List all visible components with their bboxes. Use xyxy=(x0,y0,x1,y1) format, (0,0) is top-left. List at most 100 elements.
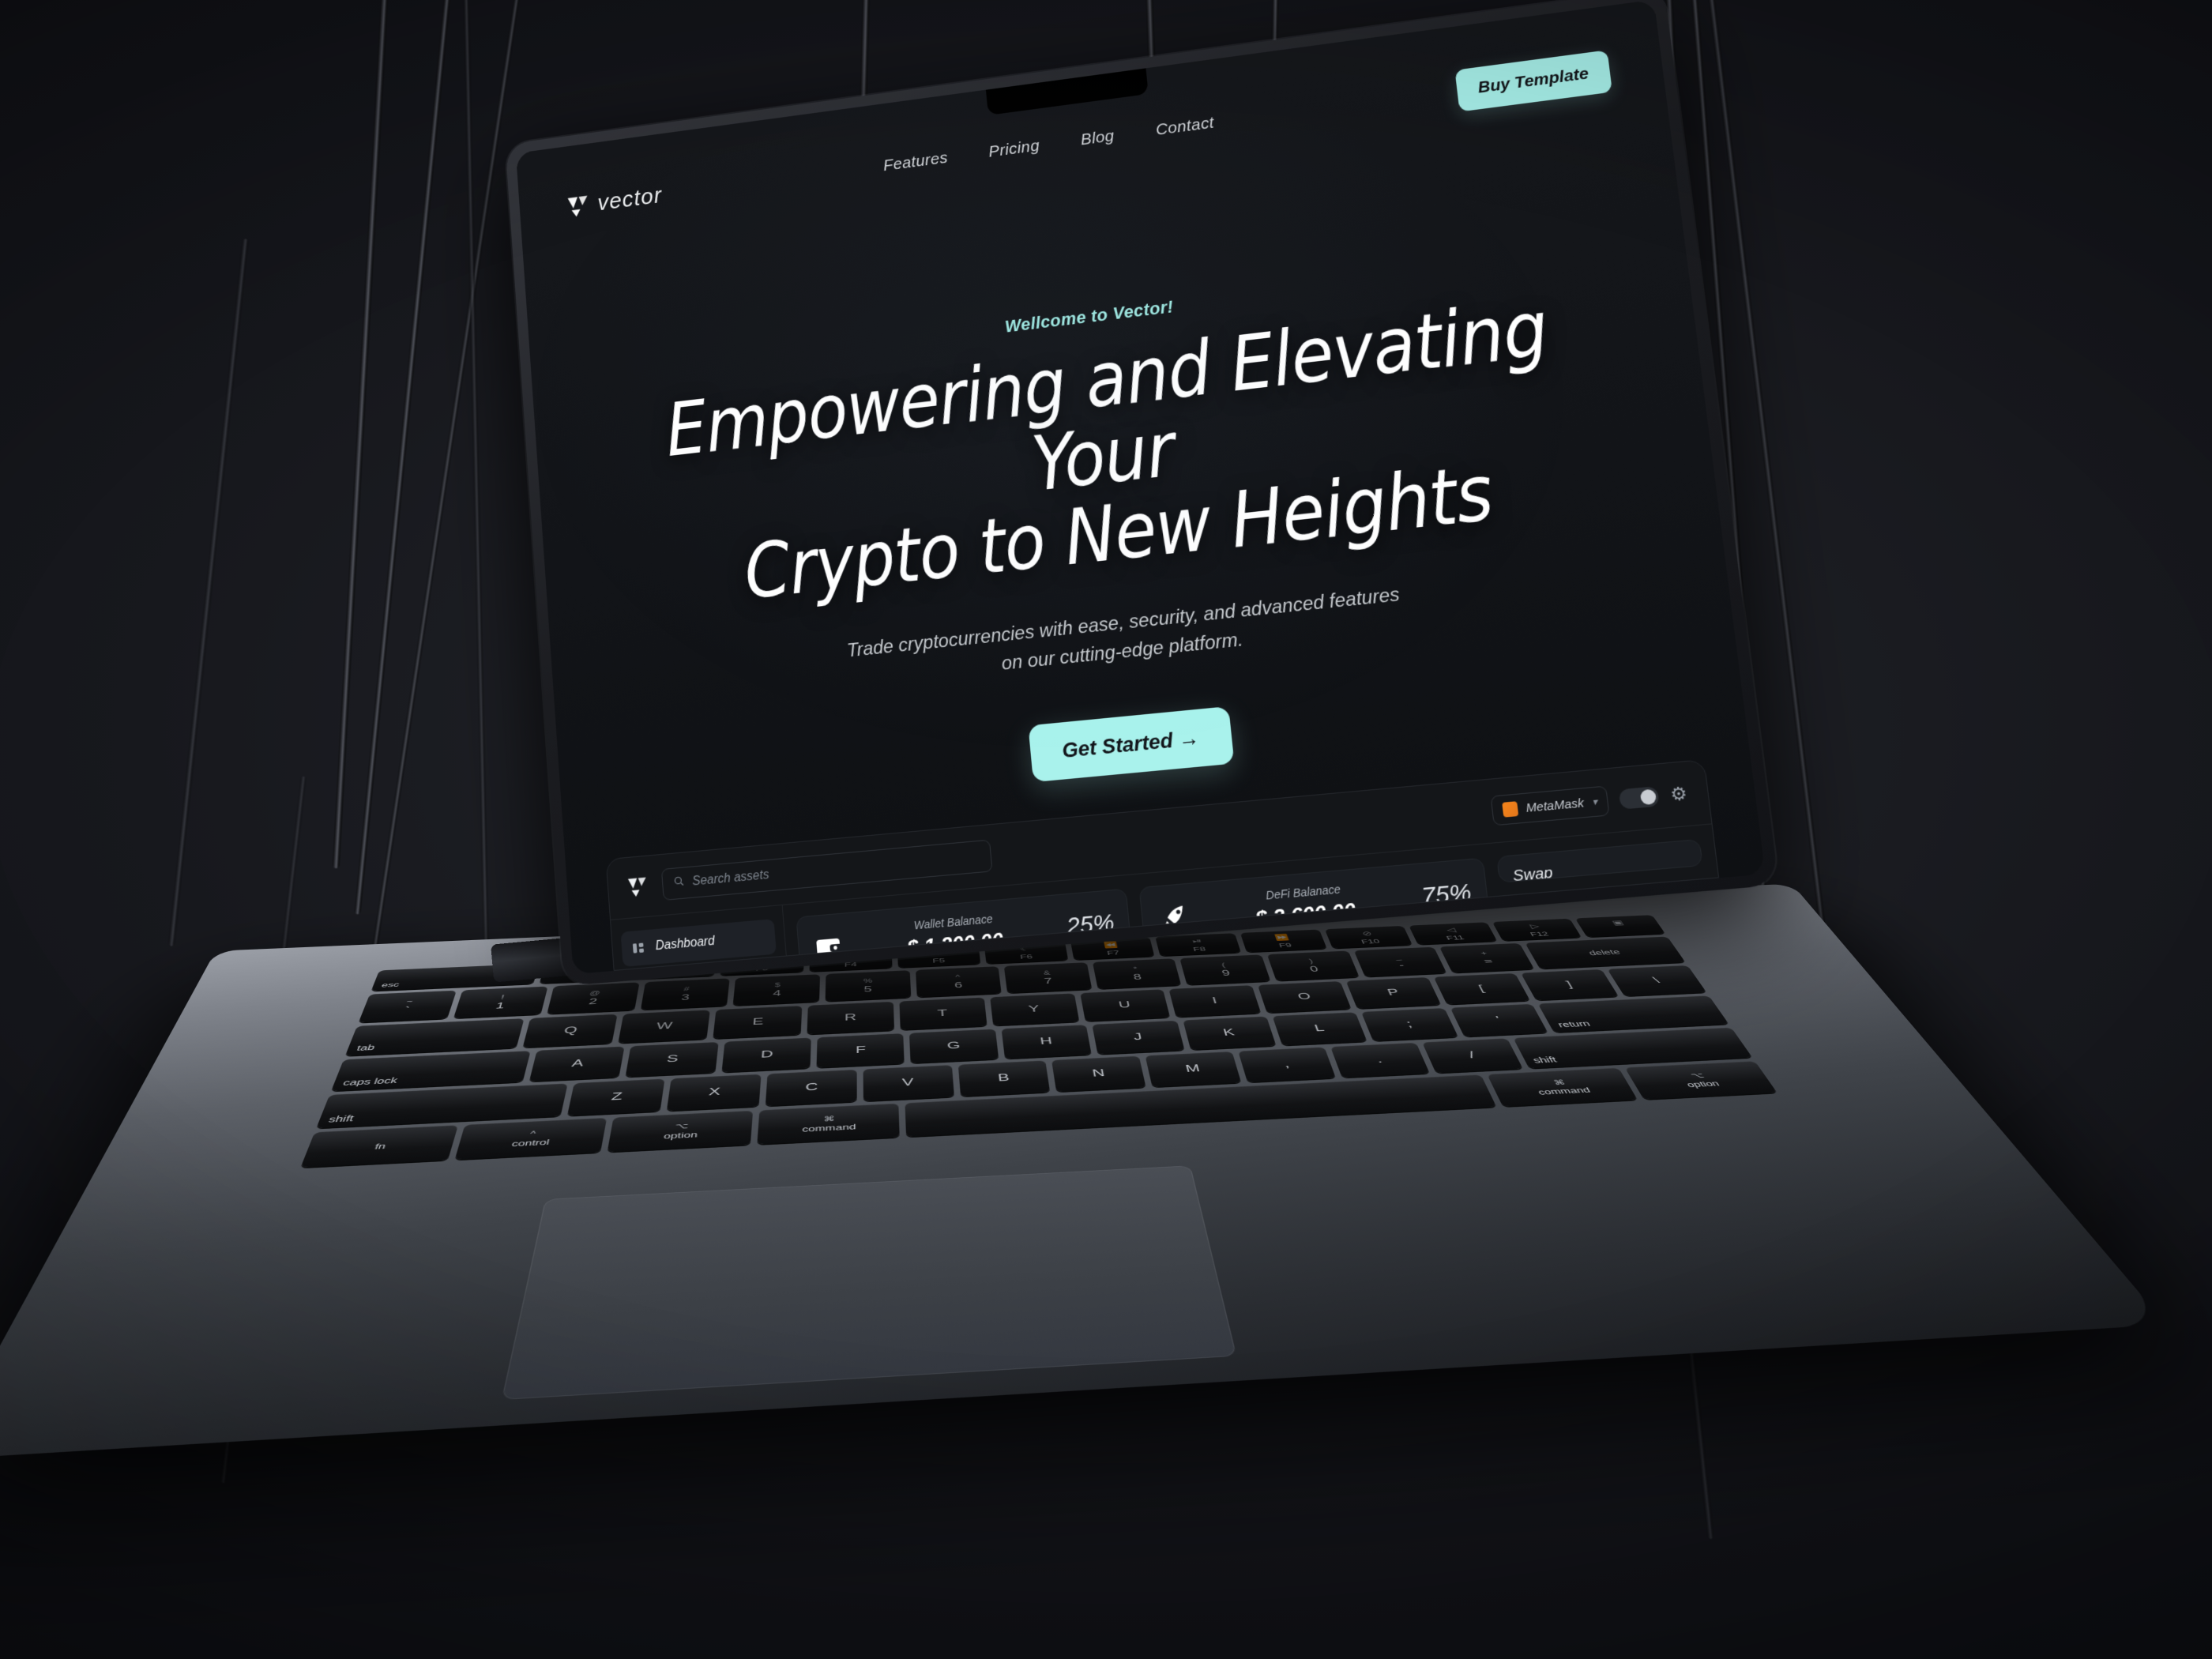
key-r[interactable]: R xyxy=(807,1001,894,1035)
key-v[interactable]: V xyxy=(863,1065,954,1101)
key--[interactable]: _ - xyxy=(1353,946,1447,977)
key-[[interactable]: [ xyxy=(1433,972,1531,1005)
key-1[interactable]: ! 1 xyxy=(453,986,548,1018)
nav-link-features[interactable]: Features xyxy=(882,149,949,175)
key-j[interactable]: J xyxy=(1092,1020,1185,1055)
theme-toggle[interactable] xyxy=(1618,786,1661,810)
key-2[interactable]: @2 xyxy=(547,982,640,1014)
key-label: 6 xyxy=(954,980,963,990)
key-t[interactable]: T xyxy=(899,997,988,1030)
key-][interactable]: ] xyxy=(1521,969,1619,1001)
key-o[interactable]: O xyxy=(1258,980,1352,1013)
dashboard-logo-icon xyxy=(626,875,650,900)
gear-icon[interactable]: ⚙ xyxy=(1669,783,1688,805)
key-mod-glyph: ⌘ xyxy=(1552,1078,1567,1087)
key-h[interactable]: H xyxy=(1001,1025,1092,1059)
key-label: = xyxy=(1481,956,1495,965)
key-e[interactable]: E xyxy=(713,1006,802,1039)
key-x[interactable]: X xyxy=(666,1074,762,1112)
key-5[interactable]: % 5 xyxy=(825,970,911,1002)
key-8[interactable]: * 8 xyxy=(1092,958,1182,989)
swap-panel: Swap ◆ Ethereum - 0xBBF...4B6B › xyxy=(1496,838,1703,883)
key-c[interactable]: C xyxy=(765,1069,857,1106)
key-f10[interactable]: ⊘ F10 xyxy=(1325,925,1413,949)
key-3[interactable]: #3 xyxy=(640,978,731,1010)
key-0[interactable]: ) 0 xyxy=(1266,950,1360,981)
key-l[interactable]: L xyxy=(1272,1012,1367,1046)
key-option[interactable]: ⌥ option xyxy=(607,1110,754,1153)
key-f8[interactable]: ⏯ F8 xyxy=(1155,933,1242,957)
key-return[interactable]: return xyxy=(1537,995,1729,1033)
nav-link-pricing[interactable]: Pricing xyxy=(988,137,1040,161)
key-;[interactable]: ; xyxy=(1361,1007,1458,1041)
key-label: 2 xyxy=(588,996,599,1006)
key-delete[interactable]: delete xyxy=(1525,936,1686,969)
key-\[interactable]: \ xyxy=(1607,965,1707,996)
key-,[interactable]: , xyxy=(1238,1047,1336,1082)
key-i[interactable]: I xyxy=(1168,985,1262,1018)
key-g[interactable]: G xyxy=(909,1029,999,1063)
key-shift-glyph: ^ xyxy=(954,973,961,980)
website: vector Features Pricing Blog Contact Buy… xyxy=(515,0,1766,975)
key-k[interactable]: K xyxy=(1182,1016,1277,1050)
key-glyph: ⏪ xyxy=(1103,940,1119,949)
key-label: 7 xyxy=(1043,976,1053,986)
key-p[interactable]: P xyxy=(1345,976,1442,1009)
key-w[interactable]: W xyxy=(618,1010,710,1044)
key-tab[interactable]: tab xyxy=(344,1018,525,1056)
key-command[interactable]: ⌘ command xyxy=(757,1103,901,1145)
key-shift-glyph: ~ xyxy=(405,997,415,1005)
key-y[interactable]: Y xyxy=(989,993,1079,1026)
wallet-selector[interactable]: MetaMask ▾ xyxy=(1490,785,1610,826)
key-label: control xyxy=(510,1137,551,1149)
key-s[interactable]: S xyxy=(625,1041,719,1078)
key-label: 0 xyxy=(1308,964,1320,974)
hero-section: Wellcome to Vector! Empowering and Eleva… xyxy=(532,235,1746,826)
key-/[interactable]: / xyxy=(1421,1038,1523,1074)
get-started-button[interactable]: Get Started → xyxy=(1028,705,1235,782)
key-caps-lock[interactable]: caps lock xyxy=(331,1051,531,1091)
trackpad[interactable] xyxy=(501,1165,1237,1401)
key-`[interactable]: ~ ` xyxy=(358,990,457,1023)
key-'[interactable]: ' xyxy=(1450,1003,1548,1037)
nav-link-contact[interactable]: Contact xyxy=(1155,114,1215,140)
key-b[interactable]: B xyxy=(957,1060,1051,1097)
key-q[interactable]: Q xyxy=(522,1014,618,1048)
key-glyph: ⊘ xyxy=(1360,929,1374,938)
dashboard-icon xyxy=(630,939,646,957)
key-u[interactable]: U xyxy=(1079,989,1171,1021)
key-shift-glyph: % xyxy=(863,976,873,984)
key-a[interactable]: A xyxy=(529,1046,625,1082)
key-mod-glyph: ⌥ xyxy=(675,1121,690,1131)
key-.[interactable]: . xyxy=(1330,1042,1430,1078)
search-placeholder: Search assets xyxy=(691,867,770,889)
key-option[interactable]: ⌥ option xyxy=(1624,1061,1778,1100)
key-4[interactable]: $4 xyxy=(733,974,821,1006)
sidebar-item-dashboard[interactable]: Dashboard xyxy=(620,919,777,967)
key-6[interactable]: ^ 6 xyxy=(915,966,1002,998)
key-fn[interactable]: fn xyxy=(300,1125,458,1168)
key-z[interactable]: Z xyxy=(567,1078,665,1116)
key-f9[interactable]: ⏩ F9 xyxy=(1240,929,1327,953)
key-f13[interactable]: ▣ xyxy=(1574,915,1665,938)
buy-template-button[interactable]: Buy Template xyxy=(1454,50,1613,112)
key-command[interactable]: ⌘ command xyxy=(1487,1067,1638,1107)
key-=[interactable]: + = xyxy=(1439,942,1534,973)
key-control[interactable]: ^ control xyxy=(454,1117,607,1160)
key-d[interactable]: D xyxy=(721,1037,811,1073)
nav-link-blog[interactable]: Blog xyxy=(1080,127,1115,150)
key-f[interactable]: F xyxy=(816,1033,905,1068)
key-f12[interactable]: ▷ F12 xyxy=(1492,918,1582,941)
wallet-selector-label: MetaMask xyxy=(1525,796,1585,815)
brand-logo[interactable]: vector xyxy=(565,182,663,220)
laptop: esc☼F1☀F2⌸F3⌕F4⚙F5☾F6⏪F7⏯F8⏩F9⊘F10◁F11▷F… xyxy=(0,0,2212,1659)
key-m[interactable]: M xyxy=(1145,1051,1242,1087)
key-n[interactable]: N xyxy=(1051,1055,1146,1092)
key-shift-glyph: # xyxy=(683,985,690,992)
key-7[interactable]: & 7 xyxy=(1004,962,1093,993)
key-label: option xyxy=(1684,1078,1721,1089)
key-mod-glyph: ^ xyxy=(529,1129,537,1138)
key-9[interactable]: (9 xyxy=(1179,954,1271,985)
key-f11[interactable]: ◁ F11 xyxy=(1409,922,1498,945)
key-glyph: ▣ xyxy=(1610,919,1625,927)
